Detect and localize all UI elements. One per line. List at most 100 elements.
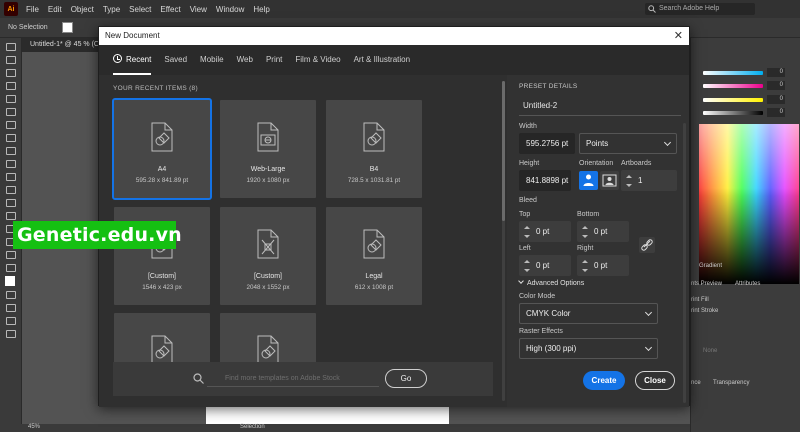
document-name-field[interactable]: Untitled-2 [523, 101, 557, 110]
tab-gradient[interactable]: Gradient [699, 263, 722, 269]
link-bleed-button[interactable] [639, 237, 655, 253]
color-mode-label: Color Mode [519, 293, 556, 300]
preset-category-tabs: Recent Saved Mobile Web Print Film & Vid… [99, 45, 689, 75]
symbol-tool-icon[interactable] [6, 212, 16, 220]
swap-colors-icon[interactable] [6, 264, 16, 272]
selection-tool-icon[interactable] [6, 43, 16, 51]
menu-view[interactable]: View [190, 5, 207, 14]
menu-select[interactable]: Select [129, 5, 151, 14]
menu-help[interactable]: Help [253, 5, 269, 14]
tab-saved[interactable]: Saved [164, 45, 187, 75]
menu-window[interactable]: Window [216, 5, 244, 14]
stepper-icon[interactable] [625, 174, 633, 188]
overprint-fill-checkbox[interactable]: rint Fill [691, 297, 709, 303]
stock-search-input[interactable]: Find more templates on Adobe Stock [225, 375, 340, 382]
cyan-slider[interactable] [703, 71, 763, 75]
bleed-bottom-input[interactable]: 0 pt [577, 221, 629, 242]
width-tool-icon[interactable] [6, 173, 16, 181]
rectangle-tool-icon[interactable] [6, 95, 16, 103]
magenta-value[interactable]: 0 [767, 81, 785, 90]
curvature-tool-icon[interactable] [6, 82, 16, 90]
document-icon [151, 335, 173, 365]
status-tool[interactable]: Selection [240, 424, 265, 430]
create-button[interactable]: Create [583, 371, 625, 390]
tab-mobile[interactable]: Mobile [200, 45, 224, 75]
document-tab[interactable]: Untitled-1* @ 45 % (C [30, 41, 99, 48]
web-document-icon [257, 122, 279, 152]
tab-recent[interactable]: Recent [113, 45, 152, 75]
raster-effects-select[interactable]: High (300 ppi) [519, 338, 658, 359]
menu-object[interactable]: Object [71, 5, 94, 14]
go-button[interactable]: Go [385, 369, 427, 388]
stepper-icon[interactable] [523, 259, 531, 273]
bleed-left-input[interactable]: 0 pt [519, 255, 571, 276]
menu-type[interactable]: Type [103, 5, 120, 14]
landscape-button[interactable] [600, 171, 619, 190]
black-value[interactable]: 0 [767, 108, 785, 117]
black-slider[interactable] [703, 111, 763, 115]
preset-card-web-large[interactable]: Web-Large 1920 x 1080 px [220, 100, 316, 198]
preset-card-7[interactable] [114, 313, 210, 365]
scale-tool-icon[interactable] [6, 160, 16, 168]
tab-attributes[interactable]: Attributes [735, 281, 760, 287]
zoom-level[interactable]: 45% [28, 424, 40, 430]
edit-toolbar-icon[interactable] [6, 330, 16, 338]
tab-web[interactable]: Web [237, 45, 253, 75]
screen-mode-icon[interactable] [6, 317, 16, 325]
close-icon[interactable]: ✕ [674, 30, 683, 42]
close-button[interactable]: Close [635, 371, 675, 390]
menu-edit[interactable]: Edit [48, 5, 62, 14]
preset-card-custom-2[interactable]: [Custom] 2048 x 1552 px [220, 207, 316, 305]
cyan-value[interactable]: 0 [767, 68, 785, 77]
paintbrush-tool-icon[interactable] [6, 108, 16, 116]
overprint-stroke-checkbox[interactable]: rint Stroke [691, 308, 718, 314]
preset-card-legal[interactable]: Legal 612 x 1008 pt [326, 207, 422, 305]
recent-items-scrollbar[interactable] [502, 81, 505, 401]
yellow-value[interactable]: 0 [767, 95, 785, 104]
fill-color-swatch[interactable] [5, 276, 15, 286]
advanced-options-toggle[interactable]: Advanced Options [518, 278, 584, 287]
tab-film-video[interactable]: Film & Video [295, 45, 340, 75]
fill-swatch[interactable] [61, 22, 73, 33]
zoom-tool-icon[interactable] [6, 251, 16, 259]
height-input[interactable]: 841.8898 pt [519, 170, 571, 191]
blend-tool-icon[interactable] [6, 199, 16, 207]
units-select[interactable]: Points [579, 133, 677, 154]
name-underline [519, 115, 681, 116]
eyedropper-tool-icon[interactable] [6, 186, 16, 194]
menu-file[interactable]: File [26, 5, 39, 14]
tab-separations-preview[interactable]: nts Preview [691, 281, 722, 287]
bleed-top-input[interactable]: 0 pt [519, 221, 571, 242]
preset-card-a4[interactable]: A4 595.28 x 841.89 pt [112, 98, 212, 200]
color-mode-select[interactable]: CMYK Color [519, 303, 658, 324]
portrait-button[interactable] [579, 171, 598, 190]
stepper-icon[interactable] [581, 225, 589, 239]
drawing-mode-icon[interactable] [6, 304, 16, 312]
width-input[interactable]: 595.2756 pt [519, 133, 575, 154]
artboards-input[interactable]: 1 [621, 170, 677, 191]
search-underline [207, 386, 379, 387]
menu-effect[interactable]: Effect [160, 5, 180, 14]
stroke-color-icon[interactable] [6, 291, 16, 299]
details-scrollbar[interactable] [683, 123, 686, 403]
yellow-slider[interactable] [703, 98, 763, 102]
preset-card-8[interactable] [220, 313, 316, 365]
stepper-icon[interactable] [523, 225, 531, 239]
tab-print[interactable]: Print [266, 45, 282, 75]
bleed-left-value: 0 pt [536, 261, 550, 270]
eraser-tool-icon[interactable] [6, 147, 16, 155]
tab-art-illustration[interactable]: Art & Illustration [354, 45, 410, 75]
pen-tool-icon[interactable] [6, 69, 16, 77]
bleed-right-input[interactable]: 0 pt [577, 255, 629, 276]
color-spectrum[interactable] [699, 124, 799, 284]
rotate-tool-icon[interactable] [6, 134, 16, 142]
preset-card-b4[interactable]: B4 728.5 x 1031.81 pt [326, 100, 422, 198]
magenta-slider[interactable] [703, 84, 763, 88]
image-map-select[interactable]: None [703, 348, 717, 354]
tab-transparency[interactable]: Transparency [713, 380, 749, 386]
help-search-input[interactable]: Search Adobe Help [645, 3, 755, 15]
tab-appearance[interactable]: nce [691, 380, 701, 386]
stepper-icon[interactable] [581, 259, 589, 273]
direct-selection-tool-icon[interactable] [6, 56, 16, 64]
type-tool-icon[interactable] [6, 121, 16, 129]
